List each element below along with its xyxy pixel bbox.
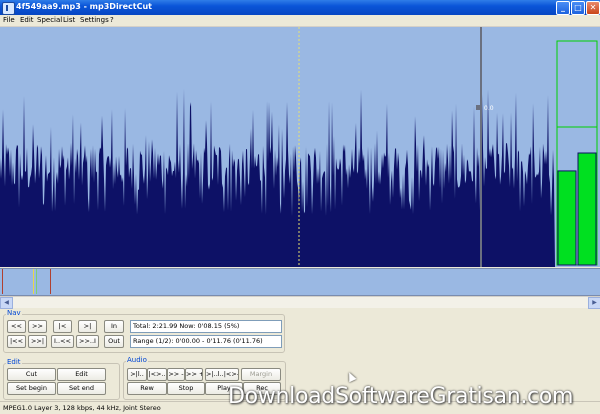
menu-settings[interactable]: Settings	[80, 16, 109, 24]
mouse-pointer-icon	[345, 370, 357, 383]
level-meter-left	[557, 170, 577, 266]
audio-group-label: Audio	[126, 356, 148, 364]
range-display: Range (1/2): 0'00.00 - 0'11.76 (0'11.76)	[130, 335, 282, 348]
play-range-button[interactable]: >|..l..|<>-	[205, 368, 239, 381]
menu-edit[interactable]: Edit	[20, 16, 34, 24]
nav-back-button[interactable]: <<	[7, 320, 26, 333]
nav-range-forward-button[interactable]: >>..I	[76, 335, 99, 348]
status-text: MPEG1.0 Layer 3, 128 kbps, 44 kHz, Joint…	[3, 404, 161, 412]
play-from-cue-button[interactable]: |<>..	[147, 368, 167, 381]
watermark-text: DownloadSoftwareGratisan.com	[228, 384, 574, 409]
nav-range-back-button[interactable]: I..<<	[51, 335, 74, 348]
nav-forward-button[interactable]: >>	[28, 320, 47, 333]
nav-next-mark-button[interactable]: >|	[78, 320, 97, 333]
scroll-left-arrow[interactable]: ◀	[0, 297, 13, 309]
scroll-right-arrow[interactable]: ▶	[588, 297, 600, 309]
marker-handle	[476, 105, 482, 110]
window-title: 4f549aa9.mp3 - mp3DirectCut	[16, 2, 153, 11]
nav-in-button[interactable]: In	[104, 320, 124, 333]
menu-list[interactable]: List	[63, 16, 75, 24]
minimize-button[interactable]: _	[556, 1, 570, 15]
overview-strip[interactable]	[0, 268, 600, 296]
edit-group-label: Edit	[6, 358, 22, 366]
menu-bar: File Edit Special List Settings ?	[0, 15, 600, 27]
range-end-marker	[480, 27, 482, 267]
title-bar: 4f549aa9.mp3 - mp3DirectCut _ □ ✕	[0, 0, 600, 15]
overview-position-alt	[36, 269, 37, 294]
nav-end-button[interactable]: >>|	[28, 335, 47, 348]
app-icon	[2, 2, 15, 15]
nav-start-button[interactable]: |<<	[7, 335, 26, 348]
margin-button[interactable]: Margin	[241, 368, 281, 381]
marker-label: 0.0	[484, 105, 494, 112]
waveform-graph[interactable]: 0.0	[0, 27, 600, 267]
speed-plus-button[interactable]: >> +	[185, 368, 203, 381]
overview-range[interactable]	[2, 269, 51, 294]
nav-group-label: Nav	[6, 309, 22, 317]
cut-button[interactable]: Cut	[7, 368, 56, 381]
close-button[interactable]: ✕	[586, 1, 600, 15]
nav-out-button[interactable]: Out	[104, 335, 124, 348]
overview-position	[33, 269, 34, 294]
horizontal-scrollbar[interactable]: ◀ ▶	[0, 296, 600, 309]
play-to-cue-button[interactable]: >|l..	[127, 368, 147, 381]
menu-special[interactable]: Special	[37, 16, 62, 24]
speed-minus-button[interactable]: >> -	[167, 368, 185, 381]
stop-button[interactable]: Stop	[167, 382, 205, 395]
maximize-button[interactable]: □	[571, 1, 585, 15]
total-now-display: Total: 2:21.99 Now: 0'08.15 (5%)	[130, 320, 282, 333]
waveform-signal	[0, 88, 555, 267]
level-meter-right	[577, 152, 597, 266]
waveform-view[interactable]: 0.0	[0, 27, 600, 267]
rewind-button[interactable]: Rew	[127, 382, 167, 395]
set-end-button[interactable]: Set end	[57, 382, 106, 395]
edit-button[interactable]: Edit	[57, 368, 106, 381]
set-begin-button[interactable]: Set begin	[7, 382, 56, 395]
nav-prev-mark-button[interactable]: |<	[53, 320, 72, 333]
menu-file[interactable]: File	[3, 16, 15, 24]
menu-help[interactable]: ?	[110, 16, 114, 24]
